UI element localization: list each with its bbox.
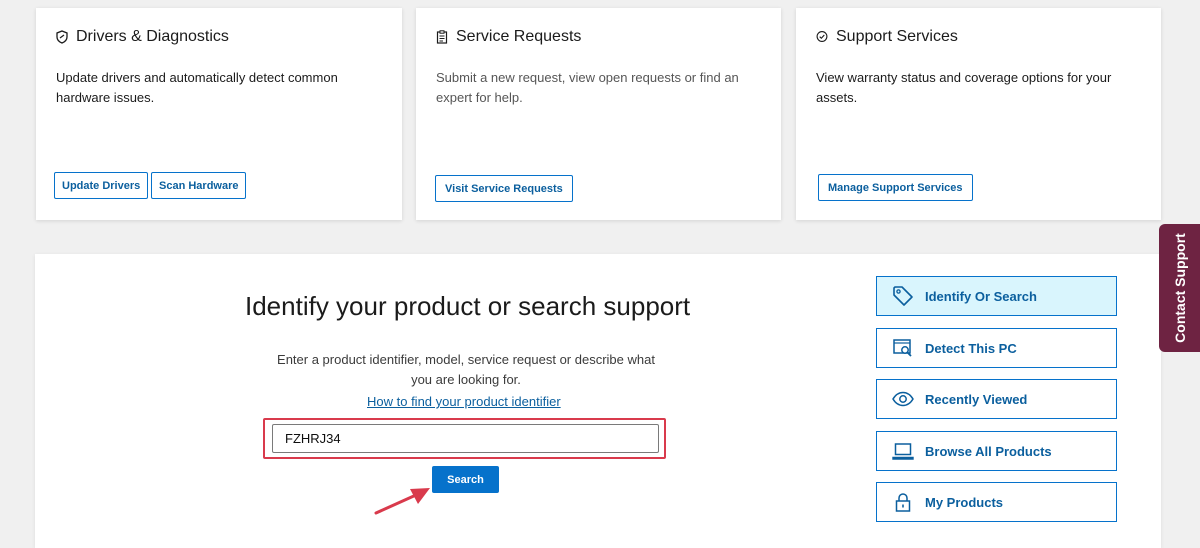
side-menu-label: Browse All Products — [925, 443, 1052, 459]
search-input[interactable] — [272, 424, 659, 453]
instructions-line: Enter a product identifier, model, servi… — [277, 352, 655, 367]
detect-this-pc-button[interactable]: Detect This PC — [876, 328, 1117, 368]
my-products-button[interactable]: My Products — [876, 482, 1117, 522]
card-description: Submit a new request, view open requests… — [436, 68, 739, 108]
red-arrow-icon — [374, 488, 430, 515]
description-line: expert for help. — [436, 90, 523, 105]
description-line: hardware issues. — [56, 90, 155, 105]
eye-icon — [891, 388, 915, 410]
page-title: Identify your product or search support — [245, 291, 691, 321]
service-requests-card: Service Requests Submit a new request, v… — [416, 8, 781, 220]
lock-icon — [891, 491, 915, 513]
card-title: Service Requests — [436, 28, 581, 46]
contact-support-tab[interactable]: Contact Support — [1159, 224, 1200, 352]
card-title-text: Support Services — [836, 28, 958, 45]
side-menu-label: Detect This PC — [925, 340, 1017, 356]
product-identifier-help-link[interactable]: How to find your product identifier — [367, 394, 561, 409]
identify-or-search-button[interactable]: Identify Or Search — [876, 276, 1117, 316]
scan-hardware-button[interactable]: Scan Hardware — [151, 172, 247, 199]
manage-support-services-button[interactable]: Manage Support Services — [818, 174, 973, 201]
search-instructions: Enter a product identifier, model, servi… — [266, 350, 666, 390]
search-button[interactable]: Search — [432, 466, 499, 493]
instructions-line: you are looking for. — [411, 372, 521, 387]
clipboard-icon — [436, 30, 448, 44]
recently-viewed-button[interactable]: Recently Viewed — [876, 379, 1117, 419]
description-line: View warranty status and coverage option… — [816, 70, 1112, 85]
drivers-diagnostics-card: Drivers & Diagnostics Update drivers and… — [36, 8, 402, 220]
side-menu-label: My Products — [925, 494, 1004, 510]
check-badge-icon — [816, 30, 828, 44]
contact-support-label: Contact Support — [1171, 233, 1188, 343]
side-menu-label: Identify Or Search — [925, 288, 1037, 304]
card-title-text: Drivers & Diagnostics — [76, 28, 229, 45]
update-drivers-button[interactable]: Update Drivers — [54, 172, 149, 199]
laptop-icon — [891, 440, 915, 462]
card-title: Drivers & Diagnostics — [56, 28, 229, 46]
card-title: Support Services — [816, 28, 958, 46]
side-menu-label: Recently Viewed — [925, 391, 1028, 407]
tag-icon — [891, 285, 915, 307]
support-services-card: Support Services View warranty status an… — [796, 8, 1161, 220]
card-description: Update drivers and automatically detect … — [56, 68, 338, 108]
card-description: View warranty status and coverage option… — [816, 68, 1111, 108]
detect-pc-icon — [891, 337, 915, 359]
card-title-text: Service Requests — [456, 28, 582, 45]
description-line: Update drivers and automatically detect … — [56, 70, 338, 85]
browse-all-products-button[interactable]: Browse All Products — [876, 431, 1117, 471]
shield-icon — [56, 30, 68, 44]
description-line: assets. — [816, 90, 858, 105]
visit-service-requests-button[interactable]: Visit Service Requests — [435, 175, 573, 202]
description-line: Submit a new request, view open requests… — [436, 70, 739, 85]
